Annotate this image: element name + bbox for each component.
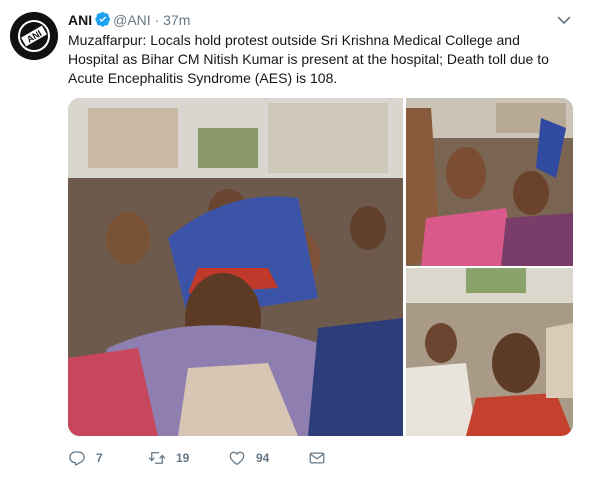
media-grid [68, 98, 573, 436]
retweet-count: 19 [176, 451, 190, 465]
author-name[interactable]: ANI [68, 12, 92, 28]
separator-dot: · [154, 12, 160, 28]
reply-button[interactable]: 7 [68, 448, 103, 468]
like-button[interactable]: 94 [228, 448, 269, 468]
reply-count: 7 [96, 451, 103, 465]
reply-icon [69, 451, 85, 466]
photo-3[interactable] [406, 268, 573, 436]
photo-1[interactable] [68, 98, 403, 436]
photo-2[interactable] [406, 98, 573, 266]
envelope-icon [309, 452, 325, 464]
retweet-button[interactable]: 19 [148, 448, 189, 468]
protest-crowd-image [68, 98, 403, 436]
ani-logo-icon: ANI [10, 12, 58, 60]
tweet-card[interactable]: ANI ANI @ANI · 37m Muzaffarpur: Locals h… [0, 0, 590, 480]
timestamp[interactable]: 37m [163, 12, 190, 28]
like-count: 94 [256, 451, 270, 465]
protest-crowd-image [406, 268, 573, 436]
tweet-actions: 7 19 94 [68, 448, 468, 468]
direct-message-button[interactable] [308, 448, 326, 468]
tweet-text: Muzaffarpur: Locals hold protest outside… [68, 32, 549, 86]
retweet-icon [148, 452, 166, 464]
author-handle[interactable]: @ANI [113, 12, 151, 28]
verified-badge-icon [95, 12, 111, 27]
protest-crowd-image [406, 98, 573, 266]
heart-icon [229, 451, 245, 466]
tweet-header: ANI @ANI · 37m [68, 11, 190, 29]
avatar[interactable]: ANI [10, 12, 58, 60]
chevron-down-icon[interactable] [556, 12, 572, 28]
